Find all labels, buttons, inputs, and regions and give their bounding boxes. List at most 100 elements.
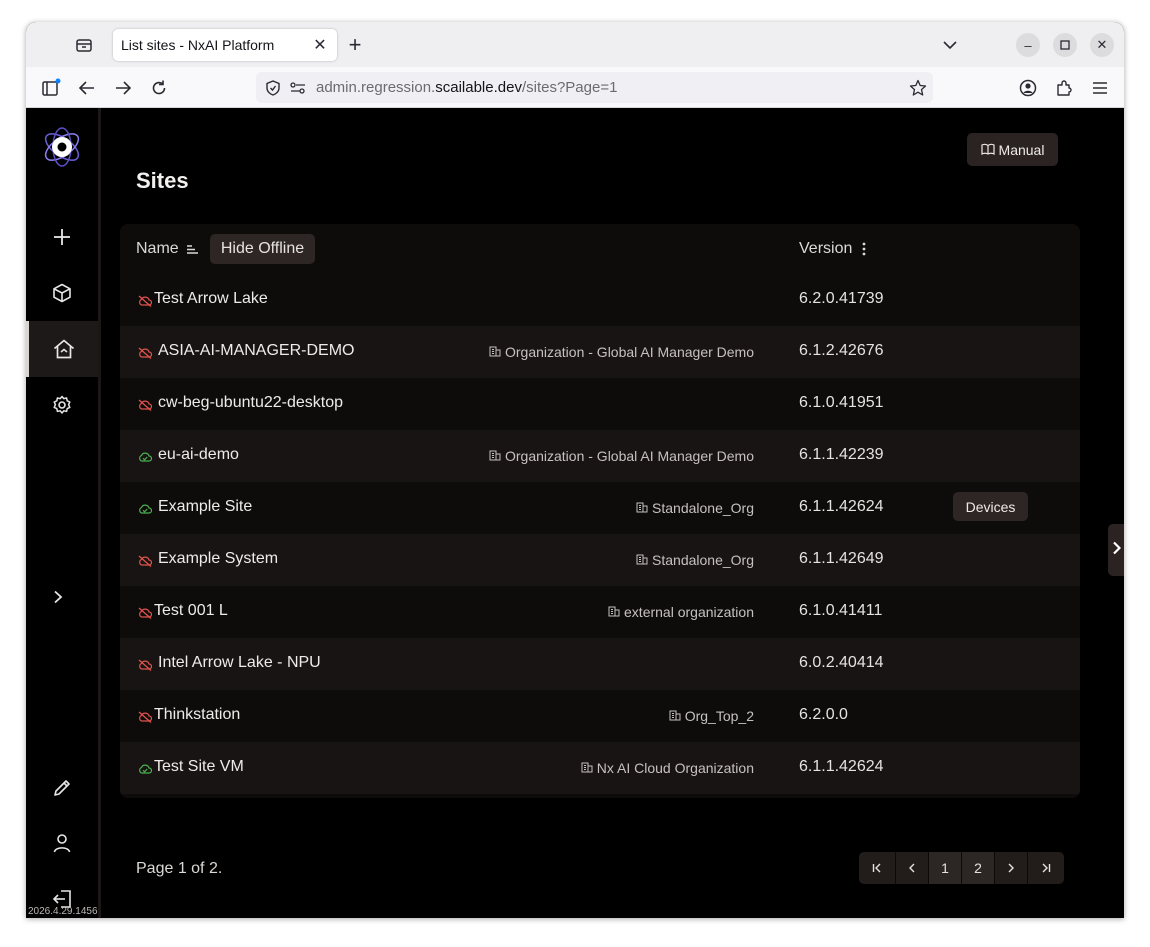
building-icon xyxy=(489,448,501,464)
browser-window: List sites - NxAI Platform ✕ + – ✕ admin… xyxy=(26,22,1124,918)
cloud-online-icon xyxy=(138,502,153,520)
site-version: 6.1.1.42649 xyxy=(799,550,884,567)
site-organization: external organization xyxy=(608,604,754,620)
table-row[interactable]: eu-ai-demo Organization - Global AI Manag… xyxy=(120,430,1080,482)
new-tab-icon[interactable]: + xyxy=(345,32,365,57)
url-text[interactable]: admin.regression.scailable.dev/sites?Pag… xyxy=(316,79,617,96)
site-name[interactable]: Example Site xyxy=(158,498,252,516)
url-path: /sites?Page=1 xyxy=(521,79,618,96)
cloud-offline-icon xyxy=(138,710,153,728)
table-row[interactable]: Test 001 L external organization 6.1.0.414… xyxy=(120,586,1080,638)
reload-icon[interactable] xyxy=(148,77,170,99)
extensions-icon[interactable] xyxy=(1053,77,1075,99)
sites-home-icon[interactable] xyxy=(26,321,98,377)
settings-gear-icon[interactable] xyxy=(26,377,98,433)
table-header: Name Hide Offline Version xyxy=(120,224,1080,274)
sidebar-toggle-icon[interactable] xyxy=(40,77,62,99)
book-icon xyxy=(980,142,995,158)
table-row[interactable]: Intel Arrow Lake - NPU 6.0.2.40414 xyxy=(120,638,1080,690)
site-name[interactable]: ASIA-AI-MANAGER-DEMO xyxy=(158,342,354,360)
manual-button[interactable]: Manual xyxy=(967,133,1058,166)
building-icon xyxy=(669,708,681,724)
prev-page-button[interactable] xyxy=(896,852,929,884)
url-bar[interactable]: admin.regression.scailable.dev/sites?Pag… xyxy=(256,72,933,103)
site-name[interactable]: Test Site VM xyxy=(154,758,244,776)
menu-icon[interactable] xyxy=(1089,77,1111,99)
bookmark-star-icon[interactable] xyxy=(908,78,928,98)
sort-icon[interactable] xyxy=(186,242,199,260)
next-page-button[interactable] xyxy=(995,852,1028,884)
add-icon[interactable] xyxy=(26,209,98,265)
url-prefix: admin.regression. xyxy=(316,79,436,96)
page-2-button[interactable]: 2 xyxy=(962,852,995,884)
back-icon[interactable] xyxy=(76,77,98,99)
list-all-tabs-icon[interactable] xyxy=(940,35,960,55)
table-row[interactable]: Test Site VM Nx AI Cloud Organization 6.1.… xyxy=(120,742,1080,794)
right-panel-toggle[interactable] xyxy=(1108,524,1124,576)
account-icon[interactable] xyxy=(1017,77,1039,99)
site-version: 6.1.1.42624 xyxy=(799,758,884,775)
tracking-shield-icon[interactable] xyxy=(264,79,282,97)
site-name[interactable]: eu-ai-demo xyxy=(158,446,239,464)
devices-button[interactable]: Devices xyxy=(953,492,1028,521)
site-version: 6.0.2.40414 xyxy=(799,654,884,671)
site-organization: Organization - Global AI Manager Demo xyxy=(489,448,754,464)
organization-label: Nx AI Cloud Organization xyxy=(596,760,754,776)
organization-label: external organization xyxy=(624,604,754,620)
table-row[interactable]: Thinkstation Org_Top_2 6.2.0.0 xyxy=(120,690,1080,742)
models-cube-icon[interactable] xyxy=(26,265,98,321)
site-organization: Org_Top_2 xyxy=(669,708,754,724)
organization-label: Standalone_Org xyxy=(652,552,754,568)
table-row[interactable]: cw-beg-ubuntu22-desktop 6.1.0.41951 xyxy=(120,378,1080,430)
organization-label: Organization - Global AI Manager Demo xyxy=(504,448,754,464)
site-name[interactable]: Intel Arrow Lake - NPU xyxy=(158,654,321,672)
edit-pencil-icon[interactable] xyxy=(26,760,98,816)
column-menu-icon[interactable] xyxy=(862,242,866,261)
sites-table: Name Hide Offline Version Test Arrow Lak… xyxy=(120,224,1080,798)
site-version: 6.1.0.41411 xyxy=(799,602,883,619)
site-name[interactable]: Example System xyxy=(158,550,278,568)
browser-tab-active[interactable]: List sites - NxAI Platform ✕ xyxy=(113,29,337,61)
main-content: Manual Sites Name Hide Offline Version T… xyxy=(104,108,1124,918)
site-organization: Standalone_Org xyxy=(636,500,754,516)
cloud-online-icon xyxy=(138,450,153,468)
table-row[interactable]: Example Site Standalone_Org 6.1.1.42624 Dev… xyxy=(120,482,1080,534)
cloud-offline-icon xyxy=(138,398,153,416)
site-version: 6.1.0.41951 xyxy=(799,394,884,411)
organization-label: Standalone_Org xyxy=(652,500,754,516)
table-row[interactable]: ASIA-AI-MANAGER-DEMO Organization - Globa… xyxy=(120,326,1080,378)
site-version: 6.2.0.41739 xyxy=(799,290,884,307)
site-organization: Organization - Global AI Manager Demo xyxy=(489,344,754,360)
site-permissions-icon[interactable] xyxy=(289,79,307,97)
maximize-icon[interactable] xyxy=(1053,33,1077,57)
site-name[interactable]: Thinkstation xyxy=(154,706,240,724)
site-name[interactable]: cw-beg-ubuntu22-desktop xyxy=(158,394,343,412)
building-icon xyxy=(581,760,593,776)
site-name[interactable]: Test Arrow Lake xyxy=(154,290,268,308)
forward-icon[interactable] xyxy=(112,77,134,99)
site-version: 6.1.1.42239 xyxy=(799,446,884,463)
column-header-name[interactable]: Name xyxy=(136,240,179,258)
chevron-right-icon xyxy=(1112,541,1121,560)
tab-close-icon[interactable]: ✕ xyxy=(311,36,329,54)
site-name[interactable]: Test 001 L xyxy=(154,602,228,620)
cloud-offline-icon xyxy=(138,294,153,312)
cloud-offline-icon xyxy=(138,346,153,364)
browser-tab-title: List sites - NxAI Platform xyxy=(121,37,275,53)
column-header-version[interactable]: Version xyxy=(799,240,852,258)
hide-offline-button[interactable]: Hide Offline xyxy=(210,234,315,264)
table-row[interactable]: Example System Standalone_Org 6.1.1.42649 xyxy=(120,534,1080,586)
last-page-button[interactable] xyxy=(1028,852,1064,884)
tab-overview-icon[interactable] xyxy=(74,35,94,55)
site-version: 6.1.2.42676 xyxy=(799,342,884,359)
close-window-icon[interactable]: ✕ xyxy=(1090,33,1114,57)
expand-sidebar-chevron-icon[interactable] xyxy=(26,569,94,625)
cloud-offline-icon xyxy=(138,658,153,676)
minimize-icon[interactable]: – xyxy=(1016,33,1040,57)
first-page-button[interactable] xyxy=(859,852,896,884)
cloud-offline-icon xyxy=(138,554,153,572)
table-row[interactable]: Test Arrow Lake 6.2.0.41739 xyxy=(120,274,1080,326)
nxai-logo-icon[interactable] xyxy=(26,122,98,172)
page-1-button[interactable]: 1 xyxy=(929,852,962,884)
user-profile-icon[interactable] xyxy=(26,815,98,871)
